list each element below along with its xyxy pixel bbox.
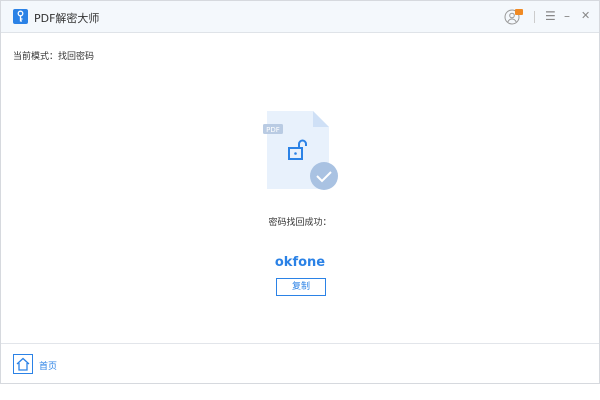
- home-button[interactable]: [13, 354, 33, 374]
- app-title: PDF解密大师: [34, 12, 100, 25]
- success-message: 密码找回成功：: [268, 218, 332, 228]
- minimize-button[interactable]: –: [564, 8, 570, 24]
- app-logo-key-icon: [13, 9, 28, 24]
- vip-badge-icon: [515, 9, 523, 15]
- menu-button[interactable]: ☰: [545, 8, 556, 24]
- copy-button[interactable]: 复制: [276, 278, 326, 296]
- pdf-badge: PDF: [266, 126, 280, 134]
- pdf-unlocked-illustration: PDF: [263, 111, 343, 197]
- divider: [534, 11, 535, 23]
- recovered-password[interactable]: okfone: [1, 255, 599, 270]
- app-window: PDF解密大师 ☰ – ✕ 当前模式：找回密码 PDF 密码找回成功： okfo…: [0, 0, 600, 384]
- title-bar: PDF解密大师 ☰ – ✕: [1, 1, 599, 33]
- home-link[interactable]: 首页: [39, 359, 57, 372]
- home-icon: [16, 357, 30, 371]
- current-mode-label: 当前模式：找回密码: [13, 52, 95, 62]
- close-button[interactable]: ✕: [581, 8, 590, 24]
- footer-divider: [1, 343, 599, 344]
